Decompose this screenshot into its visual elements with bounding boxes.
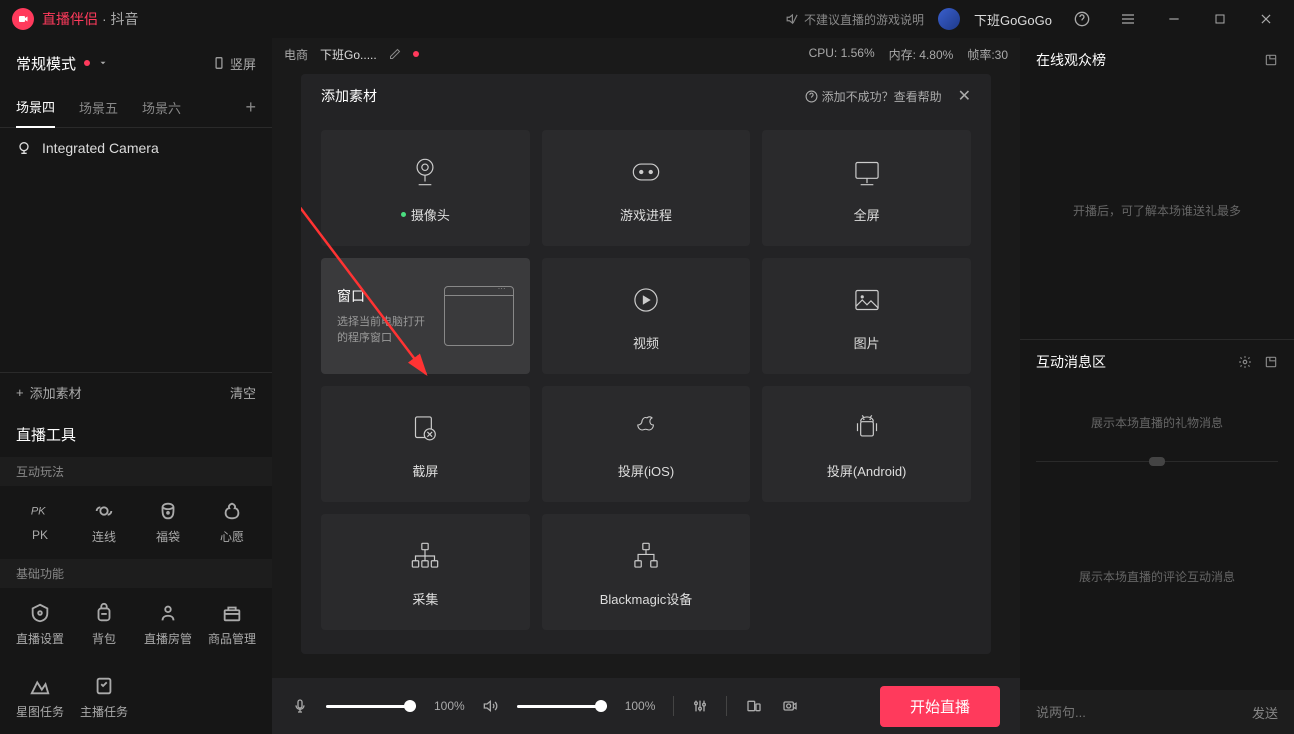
record-icon[interactable] — [781, 698, 799, 714]
modal-help-link[interactable]: 添加不成功？查看帮助 — [805, 88, 942, 105]
source-item[interactable]: Integrated Camera — [0, 128, 272, 168]
edit-icon[interactable] — [389, 48, 401, 60]
tools-header: 直播工具 — [0, 412, 272, 457]
source-tile-fullscreen[interactable]: 全屏 — [762, 130, 971, 246]
scene-tab[interactable]: 场景五 — [79, 88, 118, 127]
cpu-stat: CPU: 1.56% — [809, 46, 875, 63]
comment-placeholder: 展示本场直播的评论互动消息 — [1020, 462, 1294, 690]
tool-xinyuan[interactable]: 心愿 — [200, 496, 264, 549]
titlebar: 直播伴侣 · 抖音 不建议直播的游戏说明 下班GoGoGo — [0, 0, 1294, 38]
sidebar: 常规模式 竖屏 场景四 场景五 场景六 + Integrated Camera … — [0, 38, 272, 734]
scene-tab[interactable]: 场景四 — [16, 87, 55, 128]
orientation-toggle[interactable]: 竖屏 — [212, 54, 256, 73]
scene-tabs: 场景四 场景五 场景六 + — [0, 88, 272, 128]
source-tile-collect[interactable]: 采集 — [321, 514, 530, 630]
popout-icon[interactable] — [1264, 53, 1278, 67]
tools-category: 基础功能 — [0, 559, 272, 588]
mic-slider[interactable] — [326, 705, 416, 708]
brand-suffix: · 抖音 — [102, 9, 139, 29]
tool-products[interactable]: 商品管理 — [200, 598, 264, 651]
mode-title[interactable]: 常规模式 — [16, 53, 76, 74]
mic-percent: 100% — [434, 699, 465, 713]
minimize-button[interactable] — [1158, 3, 1190, 35]
gear-icon[interactable] — [1238, 355, 1252, 369]
add-source-button[interactable]: +添加素材 — [16, 383, 82, 402]
tool-xingtu[interactable]: 星图任务 — [8, 671, 72, 724]
gift-placeholder: 展示本场直播的礼物消息 — [1020, 384, 1294, 461]
layout-icon[interactable] — [745, 698, 763, 714]
source-tile-game[interactable]: 游戏进程 — [542, 130, 751, 246]
source-tile-camera[interactable]: 摄像头 — [321, 130, 530, 246]
close-modal-button[interactable]: ✕ — [958, 86, 971, 106]
ecommerce-tag[interactable]: 电商 — [284, 46, 308, 63]
clear-sources-button[interactable]: 清空 — [230, 383, 256, 402]
mixer-icon[interactable] — [692, 698, 708, 714]
svg-text:PK: PK — [31, 506, 46, 518]
tool-fubag[interactable]: 福袋 — [136, 496, 200, 549]
fps-stat: 帧率:30 — [967, 46, 1008, 63]
modal-title: 添加素材 — [321, 86, 377, 106]
chevron-down-icon — [98, 58, 108, 68]
add-source-modal: 添加素材 添加不成功？查看帮助 ✕ 摄像头 — [301, 74, 991, 654]
right-panel: 在线观众榜 开播后，可了解本场谁送礼最多 互动消息区 展示本场直播的礼物消息 展… — [1020, 38, 1294, 734]
speaker-slider[interactable] — [517, 705, 607, 708]
send-button[interactable]: 发送 — [1252, 703, 1278, 722]
mem-stat: 内存: 4.80% — [889, 46, 954, 63]
close-button[interactable] — [1250, 3, 1282, 35]
resize-handle[interactable] — [1036, 461, 1278, 462]
help-icon[interactable] — [1066, 3, 1098, 35]
audio-bar: 100% 100% 开始直播 — [272, 678, 1020, 734]
speaker-icon[interactable] — [483, 698, 499, 714]
chat-input[interactable] — [1036, 705, 1240, 720]
brand-name: 直播伴侣 — [42, 9, 98, 29]
scene-tab[interactable]: 场景六 — [142, 88, 181, 127]
source-tile-capture[interactable]: 截屏 — [321, 386, 530, 502]
maximize-button[interactable] — [1204, 3, 1236, 35]
tool-moderator[interactable]: 直播房管 — [136, 598, 200, 651]
game-warning-link[interactable]: 不建议直播的游戏说明 — [786, 11, 924, 28]
main-area: 电商 下班Go..... CPU: 1.56% 内存: 4.80% 帧率:30 … — [272, 38, 1020, 734]
popout-icon[interactable] — [1264, 355, 1278, 369]
camera-icon — [16, 140, 32, 156]
source-tile-video[interactable]: 视频 — [542, 258, 751, 374]
add-scene-button[interactable]: + — [245, 97, 256, 118]
mode-indicator-icon — [84, 60, 90, 66]
tool-settings[interactable]: 直播设置 — [8, 598, 72, 651]
source-tile-cast-android[interactable]: 投屏(Android) — [762, 386, 971, 502]
active-dot-icon — [401, 212, 406, 217]
source-tile-image[interactable]: 图片 — [762, 258, 971, 374]
viewers-title: 在线观众榜 — [1036, 50, 1106, 70]
user-avatar[interactable] — [938, 8, 960, 30]
window-icon — [444, 286, 514, 346]
source-tile-cast-ios[interactable]: 投屏(iOS) — [542, 386, 751, 502]
speaker-percent: 100% — [625, 699, 656, 713]
tool-pk[interactable]: PKPK — [8, 496, 72, 549]
tool-backpack[interactable]: 背包 — [72, 598, 136, 651]
live-indicator-icon — [413, 51, 419, 57]
tool-tasks[interactable]: 主播任务 — [72, 671, 136, 724]
app-logo — [12, 8, 34, 30]
stream-title[interactable]: 下班Go..... — [320, 46, 377, 63]
source-tile-window[interactable]: 窗口 选择当前电脑打开的程序窗口 — [321, 258, 530, 374]
username[interactable]: 下班GoGoGo — [974, 10, 1052, 29]
tools-category: 互动玩法 — [0, 457, 272, 486]
tool-lianxian[interactable]: 连线 — [72, 496, 136, 549]
menu-icon[interactable] — [1112, 3, 1144, 35]
start-stream-button[interactable]: 开始直播 — [880, 686, 1000, 727]
source-tile-blackmagic[interactable]: Blackmagic设备 — [542, 514, 751, 630]
mic-icon[interactable] — [292, 698, 308, 714]
messages-title: 互动消息区 — [1036, 352, 1106, 372]
viewers-placeholder: 开播后，可了解本场谁送礼最多 — [1020, 82, 1294, 339]
